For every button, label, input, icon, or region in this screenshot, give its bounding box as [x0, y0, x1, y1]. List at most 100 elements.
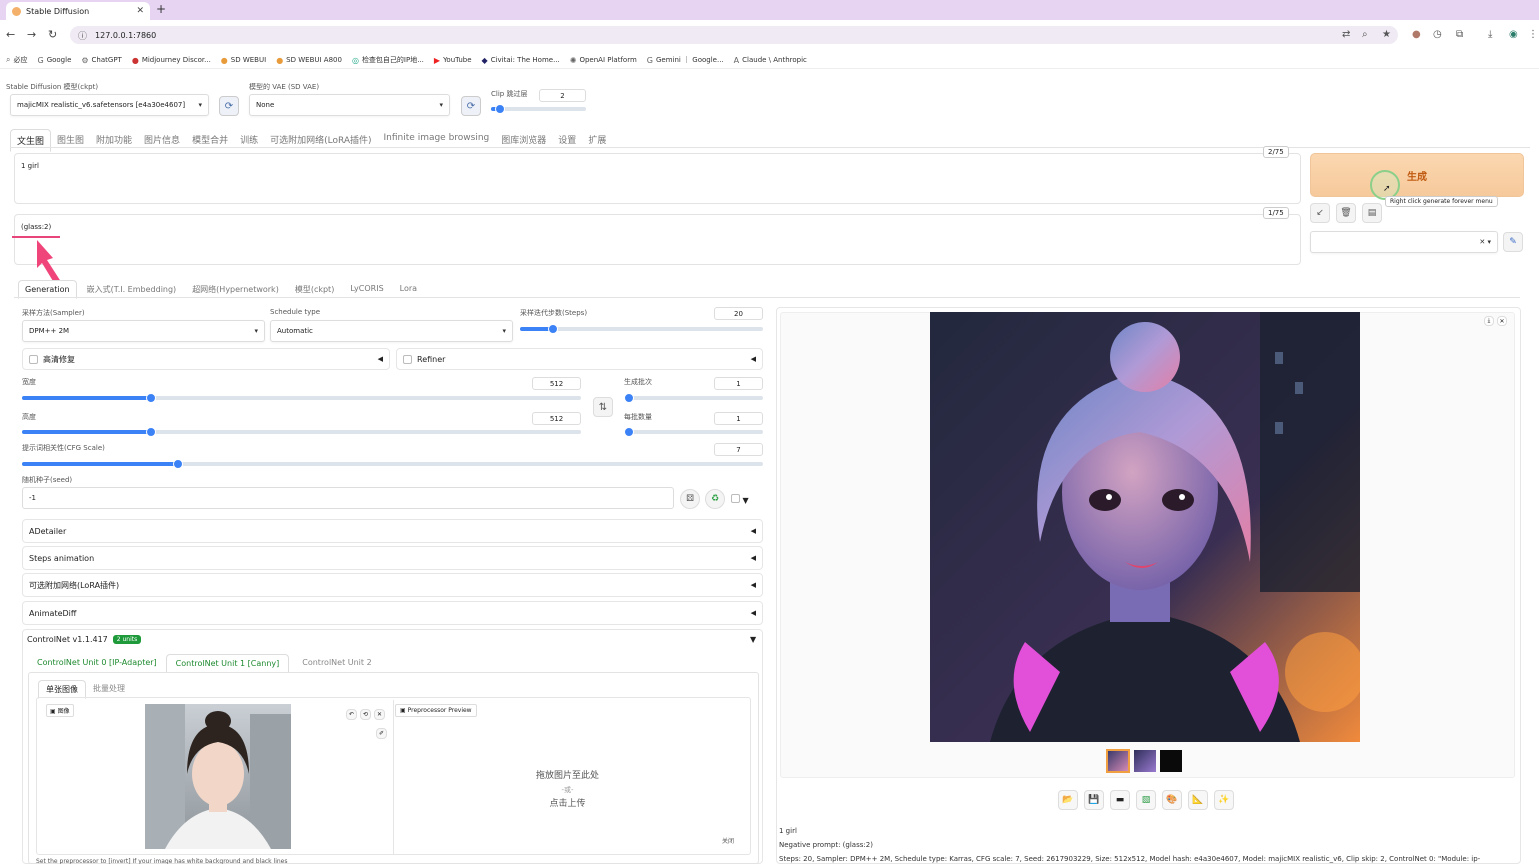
bookmark-item[interactable]: ▶ YouTube	[434, 56, 472, 65]
clear-chevron-icon[interactable]: ✕ ▾	[1479, 238, 1491, 246]
animatediff-accordion[interactable]: AnimateDiff ◀	[22, 601, 763, 625]
menu-icon[interactable]: ⋮	[1528, 29, 1538, 40]
styles-select[interactable]: ✕ ▾	[1310, 231, 1498, 253]
batch-count-slider[interactable]	[624, 393, 763, 403]
steps-input[interactable]: 20	[714, 307, 763, 320]
height-input[interactable]: 512	[532, 412, 581, 425]
preview-upload-zone[interactable]: 拖放图片至此处 -或- 点击上传	[395, 720, 740, 860]
bookmark-item[interactable]: ✺ OpenAI Platform	[570, 56, 637, 65]
clip-skip-slider[interactable]	[491, 104, 586, 114]
zoom-icon[interactable]: ⌕	[1362, 29, 1368, 40]
read-params-icon[interactable]: ↙	[1310, 203, 1330, 223]
tab-train[interactable]: 训练	[234, 129, 264, 152]
tab-controlnet-unit-1[interactable]: ControlNet Unit 1 [Canny]	[165, 654, 290, 673]
reset-icon[interactable]: ⟲	[360, 709, 371, 720]
height-slider[interactable]	[22, 427, 581, 437]
dice-icon[interactable]: ⚄	[680, 489, 700, 509]
reload-icon[interactable]: ↻	[48, 28, 57, 41]
clear-image-icon[interactable]: ✕	[374, 709, 385, 720]
extra-seed-toggle[interactable]: ▼	[731, 494, 749, 505]
refresh-models-icon[interactable]: ⟳	[219, 96, 239, 116]
zip-icon[interactable]: ▬	[1110, 790, 1130, 810]
tab-controlnet-unit-0[interactable]: ControlNet Unit 0 [IP-Adapter]	[28, 654, 166, 673]
tab-txt2img[interactable]: 文生图	[10, 129, 52, 152]
folder-icon[interactable]: 📂	[1058, 790, 1078, 810]
schedule-select[interactable]: Automatic ▾	[270, 320, 513, 342]
thumbnail[interactable]	[1106, 749, 1130, 773]
sampler-select[interactable]: DPM++ 2M ▾	[22, 320, 265, 342]
negative-prompt-input[interactable]: (glass:2)	[14, 214, 1301, 265]
close-preview-button[interactable]: 关闭	[722, 836, 734, 845]
width-input[interactable]: 512	[532, 377, 581, 390]
style-clipboard-icon[interactable]: ▤	[1362, 203, 1382, 223]
controlnet-header[interactable]: ControlNet v1.1.417 2 units	[27, 635, 142, 644]
refresh-vae-icon[interactable]: ⟳	[461, 96, 481, 116]
tab-img2img[interactable]: 图生图	[51, 129, 90, 152]
bookmark-item[interactable]: ● SD WEBUI A800	[276, 56, 342, 65]
thumbnail[interactable]	[1160, 750, 1182, 772]
bookmark-item[interactable]: ⌕ 必应	[6, 55, 27, 65]
tab-infinite-image-browsing[interactable]: Infinite image browsing	[378, 129, 496, 152]
refiner-accordion[interactable]: Refiner ◀	[396, 348, 763, 370]
seed-input[interactable]: -1	[22, 487, 674, 509]
save-icon[interactable]: 💾	[1084, 790, 1104, 810]
tab-png-info[interactable]: 图片信息	[138, 129, 186, 152]
model-select[interactable]: majicMIX realistic_v6.safetensors [e4a30…	[10, 94, 209, 116]
bookmark-item[interactable]: G Gemini ｜ Google...	[647, 55, 724, 65]
extension-icon[interactable]: ●	[1412, 29, 1421, 40]
bookmark-item[interactable]: ◎ 检查包自己的IP地...	[352, 55, 424, 65]
tab-settings[interactable]: 设置	[552, 129, 582, 152]
generated-image[interactable]	[930, 312, 1360, 742]
thumbnail[interactable]	[1134, 750, 1156, 772]
download-image-icon[interactable]: ⤓	[1484, 316, 1494, 326]
trash-icon[interactable]: 🗑	[1336, 203, 1356, 223]
bookmark-item[interactable]: G Google	[37, 56, 71, 65]
vae-select[interactable]: None ▾	[249, 94, 450, 116]
batch-count-input[interactable]: 1	[714, 377, 763, 390]
tab-checkpoint-merger[interactable]: 模型合并	[186, 129, 234, 152]
clip-skip-input[interactable]: 2	[539, 89, 586, 102]
browser-tab[interactable]: Stable Diffusion ✕	[6, 2, 150, 20]
download-icon[interactable]: ⤓	[1488, 29, 1492, 40]
translate-icon[interactable]: ⇄	[1342, 29, 1350, 40]
send-to-img2img-icon[interactable]: ▧	[1136, 790, 1156, 810]
site-info-icon[interactable]: ⓘ	[78, 29, 87, 42]
sparkle-icon[interactable]: ✨	[1214, 790, 1234, 810]
forward-icon[interactable]: →	[27, 28, 36, 41]
history-icon[interactable]: ◷	[1433, 29, 1442, 40]
url-bar[interactable]: ⓘ 127.0.0.1:7860	[70, 26, 1398, 44]
recycle-icon[interactable]: ♻	[705, 489, 725, 509]
cfg-input[interactable]: 7	[714, 443, 763, 456]
expand-triangle-icon[interactable]: ▼	[750, 635, 756, 644]
send-to-extras-icon[interactable]: 📐	[1188, 790, 1208, 810]
bookmark-item[interactable]: ● Midjourney Discor...	[132, 56, 211, 65]
bookmark-item[interactable]: ◆ Civitai: The Home...	[482, 56, 560, 65]
hires-checkbox[interactable]	[29, 354, 38, 364]
profile-avatar-icon[interactable]: ◉	[1509, 29, 1518, 40]
refiner-checkbox[interactable]	[403, 354, 412, 364]
close-tab-icon[interactable]: ✕	[136, 6, 144, 16]
width-slider[interactable]	[22, 393, 581, 403]
close-gallery-icon[interactable]: ✕	[1497, 316, 1507, 326]
cfg-slider[interactable]	[22, 459, 763, 469]
batch-size-slider[interactable]	[624, 427, 763, 437]
edit-styles-icon[interactable]: ✎	[1503, 232, 1523, 252]
extensions-puzzle-icon[interactable]: ⧉	[1456, 29, 1463, 40]
undo-icon[interactable]: ↶	[346, 709, 357, 720]
brush-icon[interactable]: ✐	[376, 728, 387, 739]
steps-slider[interactable]	[520, 324, 763, 334]
tab-extensions[interactable]: 扩展	[582, 129, 612, 152]
tab-gallery-browser[interactable]: 图库浏览器	[495, 129, 552, 152]
bookmark-item[interactable]: A Claude \ Anthropic	[734, 56, 807, 65]
batch-size-input[interactable]: 1	[714, 412, 763, 425]
bookmark-item[interactable]: ● SD WEBUI	[221, 56, 266, 65]
tab-extras[interactable]: 附加功能	[90, 129, 138, 152]
tab-additional-networks[interactable]: 可选附加网络(LoRA插件)	[264, 129, 377, 152]
steps-animation-accordion[interactable]: Steps animation ◀	[22, 546, 763, 570]
hires-fix-accordion[interactable]: 高清修复 ◀	[22, 348, 390, 370]
additional-networks-accordion[interactable]: 可选附加网络(LoRA插件) ◀	[22, 573, 763, 597]
swap-dimensions-icon[interactable]: ⇅	[593, 397, 613, 417]
bookmark-item[interactable]: ⚙ ChatGPT	[81, 56, 121, 65]
positive-prompt-input[interactable]: 1 girl	[14, 153, 1301, 204]
new-tab-icon[interactable]: +	[156, 2, 166, 16]
